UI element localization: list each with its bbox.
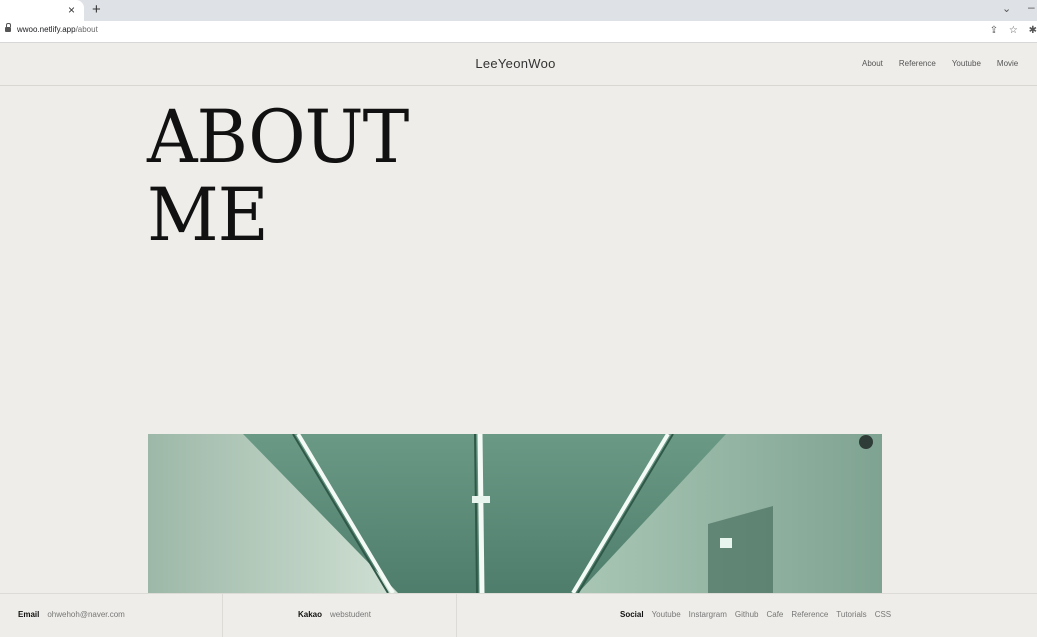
chevron-down-icon[interactable]: ⌄ [1002, 2, 1011, 15]
email-label: Email [18, 610, 40, 619]
main-nav: About Reference Youtube Movie [862, 59, 1034, 68]
social-link-github[interactable]: Github [735, 610, 759, 619]
kakao-link[interactable]: webstudent [330, 610, 371, 619]
url-text[interactable]: wwoo.netlify.app/about [17, 25, 98, 34]
title-line-2: ME [147, 171, 269, 258]
tab-close-button[interactable]: × [68, 3, 75, 17]
lock-icon[interactable] [5, 23, 11, 32]
social-link-reference[interactable]: Reference [791, 610, 828, 619]
address-bar[interactable]: wwoo.netlify.app/about ⇪ ☆ ✱ [0, 21, 1037, 43]
nav-about[interactable]: About [862, 59, 883, 68]
site-header: LeeYeonWoo About Reference Youtube Movie [0, 42, 1037, 86]
browser-tab-bar: × + ⌄ – [0, 0, 1037, 21]
nav-youtube[interactable]: Youtube [952, 59, 981, 68]
social-link-cafe[interactable]: Cafe [766, 610, 783, 619]
page-title: ABOUT ME [147, 98, 409, 253]
social-link-instagram[interactable]: Instargram [689, 610, 727, 619]
title-line-1: ABOUT [147, 93, 409, 180]
footer-social: Social Youtube Instargram Github Cafe Referen… [620, 610, 899, 619]
site-footer: Email ohwehoh@naver.com Kakao webstudent S… [0, 593, 1037, 637]
footer-divider [456, 594, 457, 637]
hero-image [148, 434, 882, 593]
footer-divider [222, 594, 223, 637]
star-icon[interactable]: ☆ [1009, 25, 1018, 36]
kakao-label: Kakao [298, 610, 323, 619]
new-tab-button[interactable]: + [92, 1, 101, 19]
nav-reference[interactable]: Reference [899, 59, 936, 68]
social-link-youtube[interactable]: Youtube [652, 610, 681, 619]
browser-tab[interactable]: × [0, 0, 84, 21]
footer-email: Email ohwehoh@naver.com [18, 610, 125, 619]
footer-kakao: Kakao webstudent [298, 610, 371, 619]
email-link[interactable]: ohwehoh@naver.com [47, 610, 125, 619]
social-link-css[interactable]: CSS [875, 610, 891, 619]
social-label: Social [620, 610, 644, 619]
minimize-icon[interactable]: – [1028, 0, 1035, 14]
share-icon[interactable]: ⇪ [990, 25, 998, 36]
nav-movie[interactable]: Movie [997, 59, 1018, 68]
extensions-icon[interactable]: ✱ [1029, 25, 1037, 36]
social-link-tutorials[interactable]: Tutorials [836, 610, 866, 619]
